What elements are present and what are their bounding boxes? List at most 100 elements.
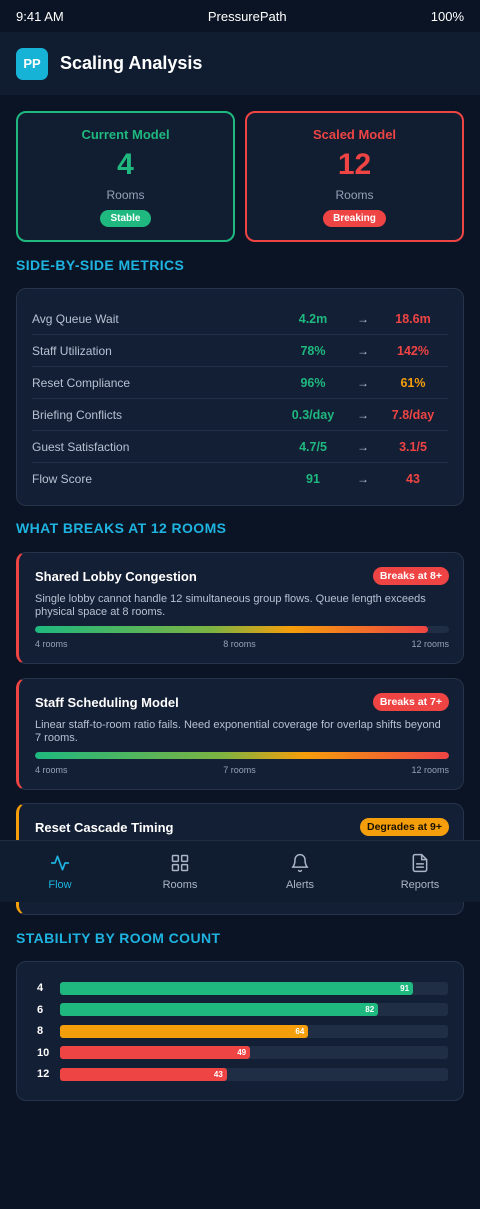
metric-row: Guest Satisfaction 4.7/5 → 3.1/5: [32, 431, 448, 463]
stability-track: 49: [60, 1046, 448, 1059]
metric-name: Briefing Conflicts: [32, 407, 123, 422]
scaled-model-rooms: 12: [337, 148, 372, 181]
break-threshold-badge: Breaks at 7+: [372, 693, 449, 711]
break-description: Single lobby cannot handle 12 simultaneo…: [35, 593, 426, 618]
break-progress-track: [35, 626, 449, 633]
arrow-right-icon: →: [357, 439, 369, 454]
break-card-staffing[interactable]: Staff Scheduling Model Breaks at 7+ Line…: [16, 678, 464, 790]
scale-label: 4 rooms: [35, 639, 68, 649]
metric-scaled: 43: [406, 472, 420, 486]
break-progress-track: [35, 752, 449, 759]
arrow-right-icon: →: [357, 407, 369, 422]
scaled-model-label: Scaled Model: [312, 127, 397, 142]
metric-row: Reset Compliance 96% → 61%: [32, 367, 448, 399]
metric-name: Staff Utilization: [32, 343, 112, 358]
room-count-label: 12: [37, 1068, 50, 1080]
current-model-unit: Rooms: [106, 188, 145, 202]
scale-label: 8 rooms: [223, 639, 256, 649]
current-model-card[interactable]: Current Model 4 Rooms Stable: [16, 111, 235, 242]
arrow-right-icon: →: [357, 375, 369, 390]
stability-track: 43: [60, 1067, 448, 1081]
stability-row: 10 49: [37, 1046, 448, 1060]
nav-rooms[interactable]: Rooms: [120, 841, 240, 902]
metric-current: 0.3/day: [291, 407, 335, 422]
metric-row: Avg Queue Wait 4.2m → 18.6m: [32, 303, 448, 335]
room-count-label: 6: [37, 1003, 44, 1016]
page-title: Scaling Analysis: [60, 53, 203, 73]
metric-current: 78%: [300, 343, 326, 358]
nav-label: Flow: [48, 879, 72, 891]
break-scale: 4 rooms 7 rooms 12 rooms: [35, 765, 449, 775]
stability-value: 91: [400, 983, 410, 993]
break-description: Linear staff-to-room ratio fails. Need e…: [35, 719, 441, 744]
metric-current: 96%: [300, 375, 326, 390]
stability-section-title: STABILITY BY ROOM COUNT: [16, 930, 221, 946]
metrics-table: Avg Queue Wait 4.2m → 18.6m Staff Utiliz…: [16, 288, 464, 506]
stability-value: 82: [365, 1005, 375, 1014]
stability-bar: 49: [60, 1046, 251, 1059]
stability-track: 91: [60, 981, 448, 995]
stability-value: 64: [295, 1026, 305, 1036]
stability-bar: 64: [60, 1024, 309, 1038]
break-progress-fill: [35, 626, 429, 633]
metric-scaled: 142%: [397, 343, 429, 358]
stability-bar: 82: [60, 1003, 379, 1016]
stability-bar: 43: [60, 1067, 227, 1081]
app-logo: PP: [16, 47, 48, 80]
metric-name: Flow Score: [32, 472, 93, 486]
document-icon: [412, 853, 428, 873]
break-scale: 4 rooms 8 rooms 12 rooms: [35, 639, 449, 649]
break-title: Shared Lobby Congestion: [35, 568, 197, 584]
scale-label: 4 rooms: [35, 765, 68, 775]
status-bar: 9:41 AM PressurePath 100%: [0, 0, 480, 32]
stability-track: 82: [60, 1003, 448, 1016]
model-comparison: Current Model 4 Rooms Stable Scaled Mode…: [0, 95, 480, 242]
pulse-icon: [50, 855, 70, 871]
nav-reports[interactable]: Reports: [360, 841, 480, 902]
status-badge: Stable: [100, 210, 151, 227]
nav-alerts[interactable]: Alerts: [240, 841, 360, 902]
current-model-rooms: 4: [117, 148, 134, 181]
stability-row: 4 91: [37, 981, 448, 995]
stability-bar: 91: [60, 981, 414, 995]
nav-flow[interactable]: Flow: [0, 841, 120, 902]
nav-label: Alerts: [285, 879, 315, 891]
metric-current: 4.2m: [298, 311, 328, 326]
scaled-model-unit: Rooms: [335, 188, 374, 202]
app-header: PP Scaling Analysis: [0, 32, 480, 95]
arrow-right-icon: →: [357, 343, 369, 358]
stability-value: 43: [213, 1069, 223, 1079]
metric-row: Staff Utilization 78% → 142%: [32, 335, 448, 367]
metric-scaled: 7.8/day: [391, 407, 435, 422]
stability-row: 12 43: [37, 1067, 448, 1081]
metric-scaled: 18.6m: [395, 311, 431, 326]
metric-name: Reset Compliance: [32, 375, 131, 390]
stability-row: 6 82: [37, 1003, 448, 1017]
metric-current: 91: [306, 472, 320, 486]
scaled-model-card[interactable]: Scaled Model 12 Rooms Breaking: [245, 111, 464, 242]
metric-scaled: 61%: [400, 375, 426, 390]
bottom-nav: Flow Rooms Alerts Reports: [0, 840, 480, 902]
scale-label: 12 rooms: [411, 639, 449, 649]
status-time: 9:41 AM: [16, 8, 64, 24]
stability-value: 49: [237, 1048, 247, 1057]
break-threshold-badge: Breaks at 8+: [372, 567, 449, 585]
metrics-section-title: SIDE-BY-SIDE METRICS: [16, 257, 185, 273]
break-title: Reset Cascade Timing: [35, 819, 174, 835]
metric-name: Guest Satisfaction: [32, 439, 130, 454]
nav-label: Reports: [400, 879, 440, 891]
metric-current: 4.7/5: [299, 439, 327, 454]
stability-chart: 4 91 6 82 8 64 10 49 12 43: [16, 961, 464, 1101]
scale-label: 7 rooms: [223, 765, 256, 775]
arrow-right-icon: →: [357, 472, 369, 486]
arrow-right-icon: →: [357, 311, 369, 326]
room-count-label: 4: [37, 982, 44, 994]
bell-icon: [291, 853, 309, 873]
scale-label: 12 rooms: [411, 765, 449, 775]
stability-row: 8 64: [37, 1024, 448, 1038]
room-count-label: 8: [37, 1025, 44, 1037]
break-card-lobby[interactable]: Shared Lobby Congestion Breaks at 8+ Sin…: [16, 552, 464, 664]
current-model-label: Current Model: [81, 127, 170, 142]
grid-icon: [171, 854, 189, 872]
status-badge: Breaking: [323, 210, 386, 227]
